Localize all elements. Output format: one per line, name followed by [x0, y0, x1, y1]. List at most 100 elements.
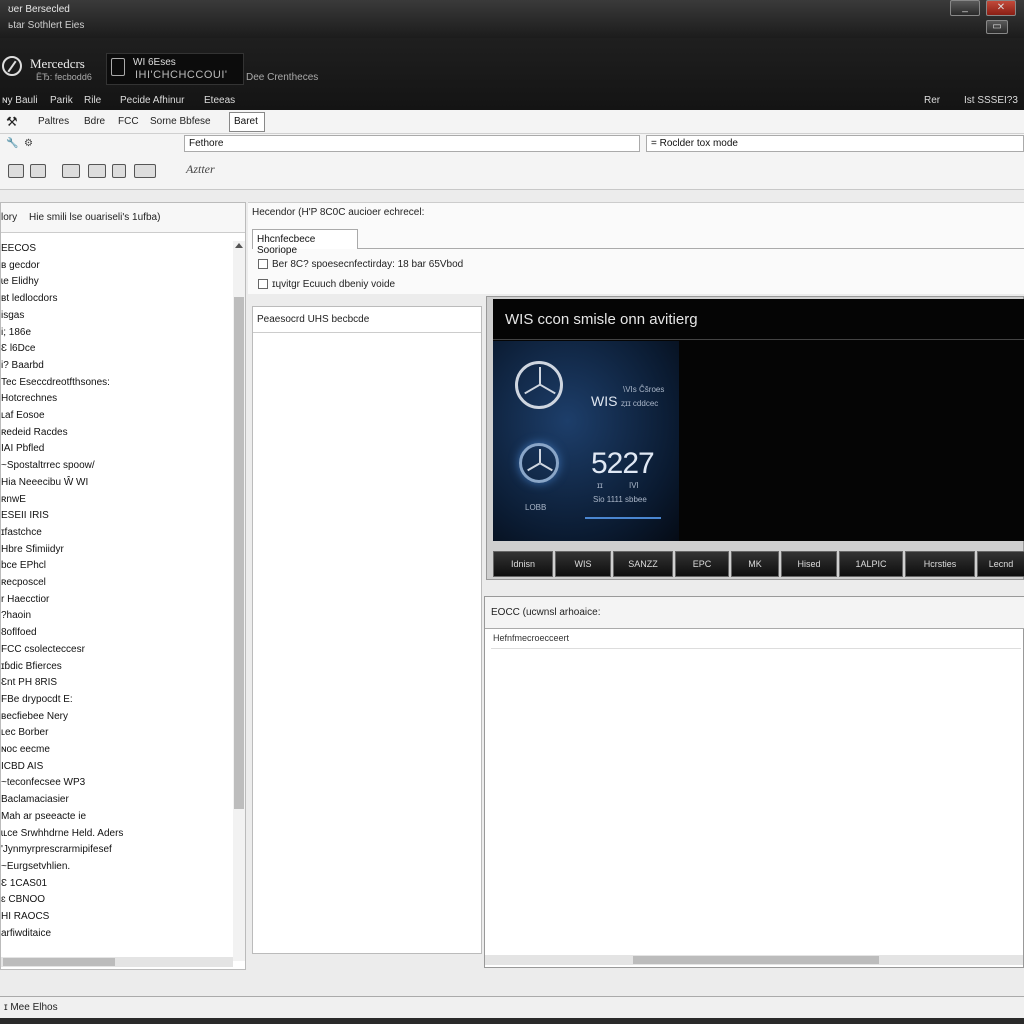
tree-item[interactable]: Ɛ 1CAS01	[1, 878, 47, 889]
tree-item[interactable]: ~Spostaltrrec spoow/	[1, 460, 95, 471]
tree-item[interactable]: 8oflfoed	[1, 627, 37, 638]
gear-icon[interactable]: ⚙	[24, 138, 33, 149]
wis-button[interactable]: MK	[731, 551, 779, 577]
minimize-button[interactable]: _	[950, 0, 980, 16]
hscroll-thumb[interactable]	[633, 956, 879, 964]
tree-item[interactable]: FBe drypocdt E:	[1, 694, 73, 705]
tree-item[interactable]: ?haoin	[1, 610, 31, 621]
tree-item[interactable]: Mah ar pseeacte ie	[1, 811, 86, 822]
tree-item[interactable]: ʀedeid Racdes	[1, 427, 68, 438]
tree-item[interactable]: ɛ CBNOO	[1, 894, 45, 905]
menu-item[interactable]: Parik	[50, 95, 73, 106]
diagnostics-icon[interactable]	[134, 164, 156, 178]
battery-icon[interactable]	[112, 164, 126, 178]
tree-item[interactable]: Ɛnt PH 8RIS	[1, 677, 57, 688]
toolbar-item[interactable]: Paltres	[38, 116, 69, 127]
tree-item[interactable]: ʟec Borber	[1, 727, 48, 738]
menu-item[interactable]: Eteeas	[204, 95, 235, 106]
tree-item[interactable]: isgas	[1, 310, 24, 321]
tree-item[interactable]: Hbre Sfimiidyr	[1, 544, 64, 555]
tab-active[interactable]: Hhcnfecbece Sooriope	[252, 229, 358, 256]
document-icon	[111, 58, 125, 76]
wis-button[interactable]: Idnisn	[493, 551, 553, 577]
wis-caption: LOBB	[525, 503, 547, 512]
toolbar-item[interactable]: Sorne Bbfese	[150, 116, 211, 127]
option-checkbox[interactable]	[258, 279, 268, 289]
tree-item[interactable]: ʙecfiebee Nery	[1, 711, 68, 722]
wis-button[interactable]: 1ALPIC	[839, 551, 903, 577]
engine-icon[interactable]	[88, 164, 106, 178]
tree-item[interactable]: IAI Pbfled	[1, 443, 44, 454]
scroll-up-icon[interactable]	[235, 243, 243, 248]
tree-item[interactable]: 'Jynmyrprescrarmipifesef	[1, 844, 112, 855]
tree-item[interactable]: ~teconfecsee WP3	[1, 777, 85, 788]
tree-item[interactable]: i? Baarbd	[1, 360, 44, 371]
tree-item[interactable]: ɪɓdic Bfierces	[1, 661, 62, 672]
tree-item[interactable]: Ɛ l6Dce	[1, 343, 35, 354]
tree-item[interactable]: ɴoc eecme	[1, 744, 50, 755]
hscroll-thumb[interactable]	[3, 958, 115, 966]
mode-field[interactable]: = Roclder tox mode	[646, 135, 1024, 152]
print-icon[interactable]	[8, 164, 24, 178]
tree-item[interactable]: ʙ gecdor	[1, 260, 40, 271]
tools-icon[interactable]: ⚒	[6, 114, 18, 130]
status-text: ɪ Mee Elhos	[4, 1002, 58, 1013]
tree-item[interactable]: ɩe Elidhy	[1, 276, 39, 287]
tree-item[interactable]: ɪfastchce	[1, 527, 42, 538]
mercedes-logo-icon	[2, 56, 22, 76]
tree-item[interactable]: Baclamaciasier	[1, 794, 69, 805]
tree-item[interactable]: Hia Neeecibu Ŵ WI	[1, 477, 88, 488]
window-subtitle: ьtar Sothlert Eies	[8, 20, 85, 31]
document-list-header[interactable]: Peaesocrd UHS becbcde	[253, 307, 481, 333]
tree-item[interactable]: ʀnwE	[1, 494, 26, 505]
menu-item[interactable]: Pecide Afhinur	[120, 95, 185, 106]
tree-item[interactable]: FCC csolecteccesr	[1, 644, 85, 655]
wis-button[interactable]: SANZZ	[613, 551, 673, 577]
menu-item[interactable]: Ist SSSEI?3	[964, 95, 1018, 106]
menu-item[interactable]: ɴy Bauli	[2, 95, 38, 106]
tree-header-right[interactable]: Hie smili lse ouariseli's 1ufba)	[29, 212, 160, 223]
tree-item[interactable]: ʟaf Eosoe	[1, 410, 45, 421]
tree-item[interactable]: i; 186e	[1, 327, 31, 338]
tree-header-left[interactable]: lory	[1, 212, 17, 223]
detail-hscrollbar[interactable]	[485, 955, 1023, 965]
close-button[interactable]: ✕	[986, 0, 1016, 16]
wis-button[interactable]: WIS	[555, 551, 611, 577]
pressed-toolbar-button[interactable]: Baret	[229, 112, 265, 132]
option-checkbox[interactable]	[258, 259, 268, 269]
toolbar-item[interactable]: FCC	[118, 116, 139, 127]
tree-item[interactable]: ICBD AIS	[1, 761, 43, 772]
tree-item[interactable]: ʙt ledlocdors	[1, 293, 57, 304]
wrench-icon[interactable]: 🔧	[6, 138, 18, 149]
tree-hscrollbar[interactable]	[1, 957, 233, 967]
tree-item[interactable]: Tec Eseccdreotfthsones:	[1, 377, 110, 388]
tree-item[interactable]: ~Eurgsetvhlien.	[1, 861, 70, 872]
menu-item[interactable]: Rile	[84, 95, 101, 106]
wis-button[interactable]: EPC	[675, 551, 729, 577]
tree-item[interactable]: ʀecposcel	[1, 577, 46, 588]
tree-item[interactable]: Hotcrechnes	[1, 393, 57, 404]
product-selector[interactable]: WI 6Eses IHI'CHCHCCOUI'	[106, 53, 244, 85]
wis-button[interactable]: Hcrsties	[905, 551, 975, 577]
option-label: ɪɥvitgr Ecuuch dbeniy voide	[272, 279, 396, 290]
tree-item[interactable]: arfiwditaice	[1, 928, 51, 939]
save-icon[interactable]	[30, 164, 46, 178]
restore-button[interactable]: ▭	[986, 20, 1008, 34]
mercedes-star-icon	[515, 361, 563, 409]
tree-item[interactable]: bce EPhcl	[1, 560, 46, 571]
search-field[interactable]: Fethore	[184, 135, 640, 152]
wis-title: WIS ccon smisle onn avitierg	[505, 311, 698, 328]
tree-item[interactable]: ɩʟce Srwhhdrne Held. Aders	[1, 828, 123, 839]
menu-item[interactable]: Rer	[924, 95, 940, 106]
tree-item[interactable]: HI RAOCS	[1, 911, 49, 922]
tree-item[interactable]: r Haecctior	[1, 594, 49, 605]
car-icon[interactable]	[62, 164, 80, 178]
tree-item[interactable]: ЕЕCOS	[1, 243, 36, 254]
wis-button[interactable]: Lecnd	[977, 551, 1024, 577]
option-label: Ber 8C? spoesecnfectirday: 18 bar 65Vbod	[272, 259, 464, 270]
scrollbar-thumb[interactable]	[234, 297, 244, 809]
tree-scrollbar[interactable]	[233, 241, 245, 961]
wis-button[interactable]: Hised	[781, 551, 837, 577]
tree-item[interactable]: ESEII IRIS	[1, 510, 49, 521]
toolbar-item[interactable]: Bdre	[84, 116, 105, 127]
